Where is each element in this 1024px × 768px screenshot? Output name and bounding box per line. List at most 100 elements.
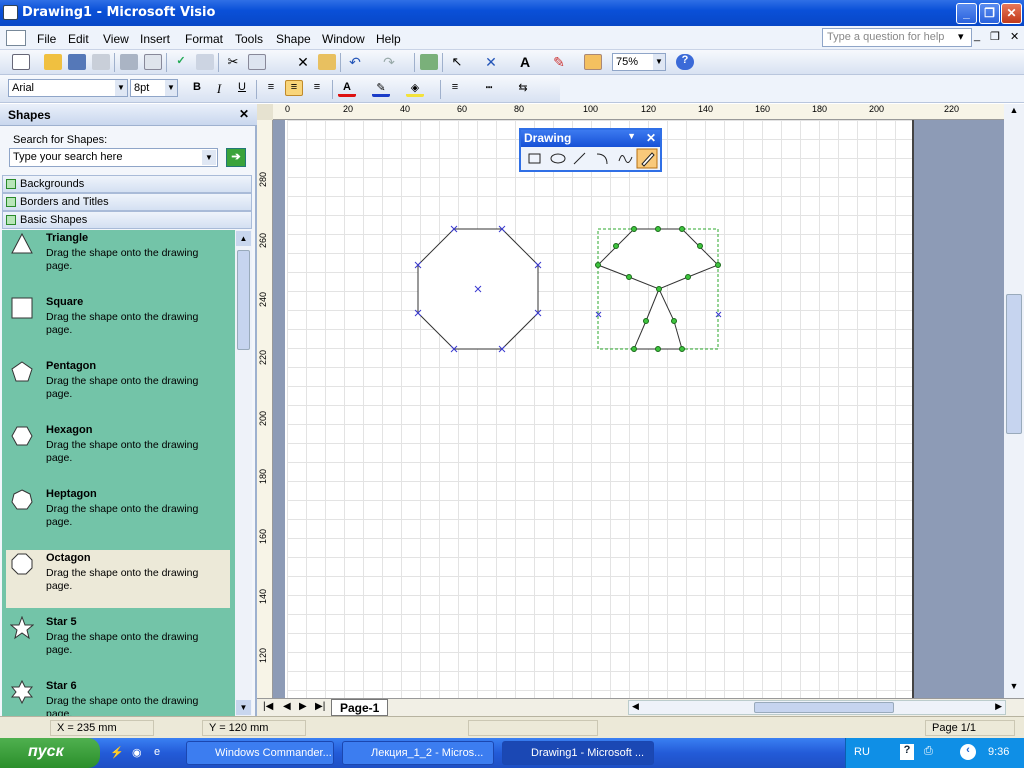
next-page-icon[interactable]: ▶	[299, 701, 307, 712]
menu-help[interactable]: Help	[376, 32, 401, 46]
print-preview-icon[interactable]	[144, 54, 162, 70]
canvas-horizontal-scrollbar[interactable]: ◀ ▶	[628, 700, 1006, 715]
search-input[interactable]: Type your search here ▼	[9, 148, 218, 167]
line-color-icon[interactable]: ✎	[372, 81, 390, 97]
pointer-tool-icon[interactable]: ↖	[448, 54, 466, 70]
menu-window[interactable]: Window	[322, 32, 365, 46]
menu-format[interactable]: Format	[185, 32, 223, 46]
printer-tray-icon[interactable]: ⎙	[924, 745, 933, 758]
chevron-down-icon[interactable]: ▼	[202, 150, 216, 165]
align-left-icon[interactable]: ≡	[262, 81, 280, 97]
arc-tool-icon[interactable]	[596, 153, 608, 165]
shape-item-heptagon[interactable]: Heptagon Drag the shape onto the drawing…	[6, 486, 230, 544]
new-icon[interactable]	[12, 54, 30, 70]
last-page-icon[interactable]: ▶|	[315, 701, 325, 712]
restore-button[interactable]: ❐	[979, 3, 1000, 24]
permission-icon[interactable]	[92, 54, 110, 70]
scroll-down-icon[interactable]: ▼	[1006, 681, 1022, 697]
chevron-left-icon[interactable]: ‹	[960, 744, 976, 760]
pan-zoom-icon[interactable]	[584, 54, 602, 70]
minimize-button[interactable]: _	[956, 3, 977, 24]
line-color-icon[interactable]: ✎	[550, 54, 568, 70]
chevron-down-icon[interactable]: ▼	[627, 131, 636, 141]
font-size-select[interactable]: 8pt ▼	[130, 79, 178, 97]
line-tool-icon[interactable]	[573, 152, 586, 165]
line-pattern-icon[interactable]: ┅	[480, 81, 498, 97]
scroll-thumb[interactable]	[1006, 294, 1022, 434]
format-painter-icon[interactable]	[318, 54, 336, 70]
doc-restore-icon[interactable]: ❐	[990, 30, 1000, 43]
zoom-select[interactable]: 75% ▼	[612, 53, 666, 71]
shape-item-triangle[interactable]: Triangle Drag the shape onto the drawing…	[6, 230, 230, 288]
scroll-right-icon[interactable]: ▶	[995, 701, 1002, 712]
ellipse-tool-icon[interactable]	[550, 153, 566, 164]
octagon-shape[interactable]	[414, 225, 542, 353]
cut-icon[interactable]: ✂	[224, 54, 242, 70]
chevron-down-icon[interactable]: ▼	[653, 54, 665, 70]
font-color-icon[interactable]: A	[338, 81, 356, 97]
undo-icon[interactable]: ↶	[346, 54, 364, 70]
menu-insert[interactable]: Insert	[140, 32, 170, 46]
shape-item-square[interactable]: Square Drag the shape onto the drawing p…	[6, 294, 230, 352]
shape-list-scrollbar[interactable]: ▲ ▼	[235, 230, 252, 716]
italic-button[interactable]: I	[210, 81, 228, 97]
align-right-icon[interactable]: ≡	[308, 81, 326, 97]
close-icon[interactable]: ✕	[646, 131, 656, 145]
tab-page-1[interactable]: Page-1	[331, 699, 389, 716]
chevron-down-icon[interactable]: ▼	[115, 80, 127, 96]
task-lecture[interactable]: Лекция_1_2 - Micros...	[342, 741, 494, 765]
fill-color-icon[interactable]: ◈	[406, 81, 424, 97]
close-icon[interactable]: ✕	[239, 107, 249, 121]
menu-file[interactable]: File	[37, 32, 56, 46]
menu-shape[interactable]: Shape	[276, 32, 311, 46]
menu-tools[interactable]: Tools	[235, 32, 263, 46]
redo-icon[interactable]: ↷	[380, 54, 398, 70]
quicklaunch-icon[interactable]: ⚡	[110, 746, 124, 759]
delete-icon[interactable]: ✕	[294, 54, 312, 70]
save-icon[interactable]	[68, 54, 86, 70]
scroll-down-icon[interactable]: ▼	[236, 700, 251, 715]
shape-item-hexagon[interactable]: Hexagon Drag the shape onto the drawing …	[6, 422, 230, 480]
doc-icon[interactable]	[6, 30, 26, 46]
print-icon[interactable]	[120, 54, 138, 70]
horizontal-ruler[interactable]: 0 20 40 60 80 100 120 140 160 180 200 22…	[273, 104, 1005, 120]
line-weight-icon[interactable]: ≡	[446, 81, 464, 97]
language-indicator[interactable]: RU	[854, 746, 870, 758]
scroll-thumb[interactable]	[237, 250, 250, 350]
align-center-icon[interactable]: ≡	[285, 80, 303, 96]
task-drawing1[interactable]: Drawing1 - Microsoft ...	[502, 741, 654, 765]
scroll-left-icon[interactable]: ◀	[632, 701, 639, 712]
scroll-thumb[interactable]	[754, 702, 894, 713]
connector-tool-icon[interactable]: ✕	[482, 54, 500, 70]
doc-close-icon[interactable]: ✕	[1010, 30, 1019, 43]
quicklaunch-icon[interactable]: ◉	[132, 746, 142, 759]
research-icon[interactable]	[196, 54, 214, 70]
font-select[interactable]: Arial ▼	[8, 79, 128, 97]
stencil-borders-titles[interactable]: Borders and Titles	[2, 193, 252, 211]
stencil-basic-shapes[interactable]: Basic Shapes	[2, 211, 252, 229]
bold-button[interactable]: B	[188, 81, 206, 97]
search-go-button[interactable]: ➔	[226, 148, 246, 167]
stencil-backgrounds[interactable]: Backgrounds	[2, 175, 252, 193]
first-page-icon[interactable]: |◀	[263, 701, 273, 712]
start-button[interactable]: пуск	[0, 738, 100, 768]
freeform-tool-icon[interactable]	[618, 155, 633, 163]
canvas-vertical-scrollbar[interactable]: ▲ ▼	[1004, 104, 1024, 698]
shape-item-octagon[interactable]: Octagon Drag the shape onto the drawing …	[6, 550, 230, 608]
chevron-down-icon[interactable]: ▼	[165, 80, 177, 96]
close-button[interactable]: ✕	[1001, 3, 1022, 24]
help-tray-icon[interactable]: ?	[900, 744, 914, 760]
spelling-icon[interactable]: ✓	[172, 54, 190, 70]
help-icon[interactable]: ?	[676, 54, 694, 70]
rectangle-tool-icon[interactable]	[528, 153, 541, 164]
menu-view[interactable]: View	[103, 32, 129, 46]
drawing-toolbar-header[interactable]: Drawing ▼ ✕	[521, 130, 660, 147]
visio-app-icon[interactable]	[3, 5, 18, 20]
help-dropdown-icon[interactable]: ▾	[958, 30, 964, 43]
shapes-window-icon[interactable]	[420, 54, 438, 70]
menu-edit[interactable]: Edit	[68, 32, 89, 46]
text-tool-icon[interactable]: A	[516, 54, 534, 70]
shape-item-pentagon[interactable]: Pentagon Drag the shape onto the drawing…	[6, 358, 230, 416]
shape-item-star-5[interactable]: Star 5 Drag the shape onto the drawing p…	[6, 614, 230, 672]
prev-page-icon[interactable]: ◀	[283, 701, 291, 712]
